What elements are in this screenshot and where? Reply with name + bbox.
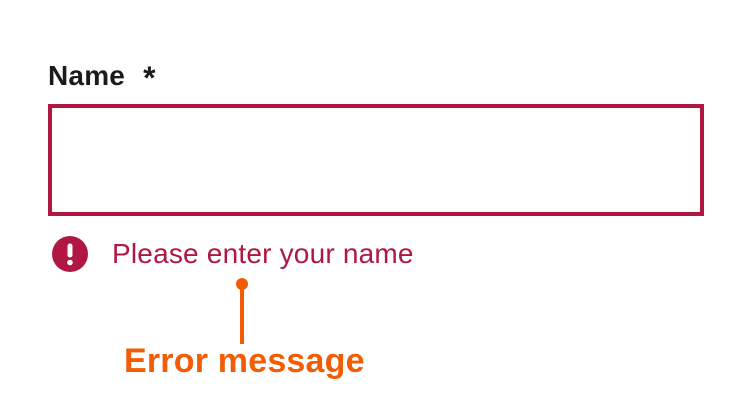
annotation-line [240,286,244,344]
required-asterisk: * [143,60,156,96]
field-label: Name [48,60,126,91]
exclamation-circle-icon [52,236,88,272]
field-label-row: Name * [48,56,704,96]
name-field: Name * Please enter your name [48,56,704,274]
error-message: Please enter your name [112,238,414,269]
name-input[interactable] [48,104,704,216]
error-message-row: Please enter your name [48,234,704,274]
annotation-pointer [220,278,264,348]
annotation-label: Error message [124,342,365,380]
